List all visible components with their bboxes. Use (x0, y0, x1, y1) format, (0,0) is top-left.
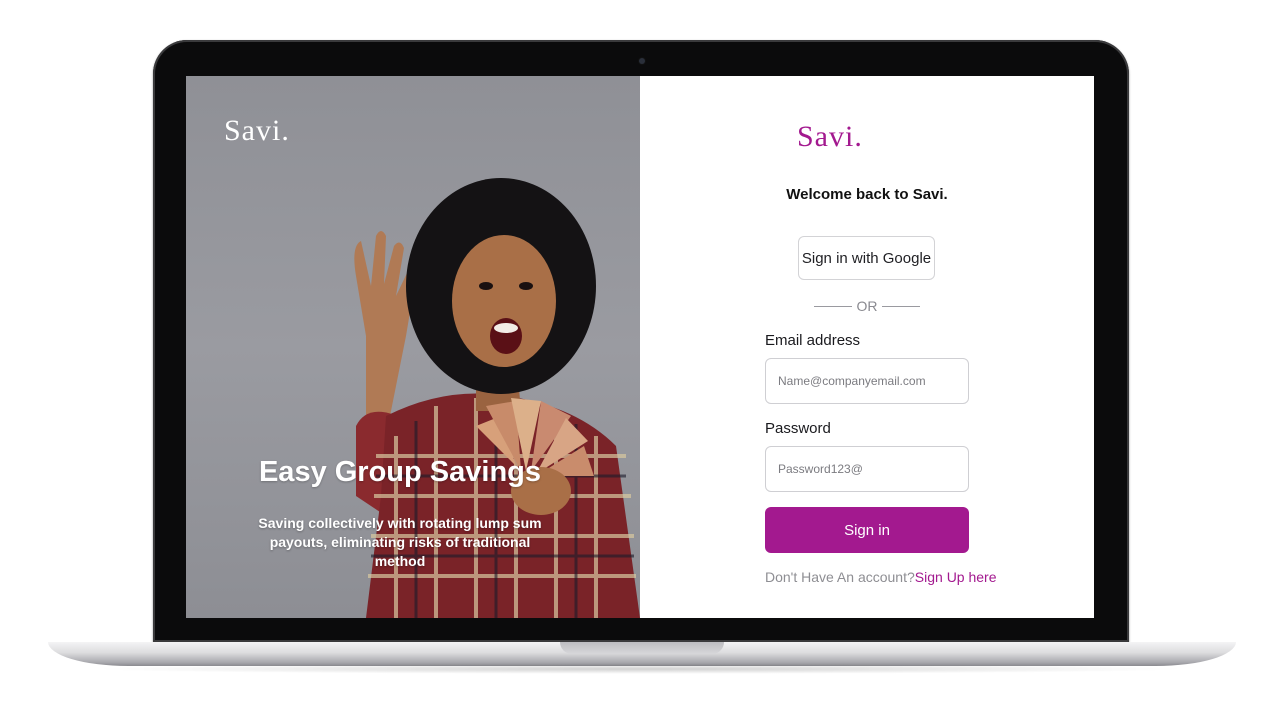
divider-line-right (882, 305, 920, 307)
email-field[interactable] (765, 358, 969, 404)
or-divider: OR (814, 297, 920, 315)
signup-row: Don't Have An account?Sign Up here (765, 569, 997, 585)
hero-panel: Savi. Easy Group Savings Saving collecti… (186, 76, 640, 618)
camera-icon (639, 58, 645, 64)
welcome-heading: Welcome back to Savi. (786, 186, 948, 203)
hero-logo: Savi. (224, 114, 290, 147)
brand-logo: Savi. (797, 120, 863, 153)
or-label: OR (856, 298, 878, 314)
laptop-base-notch (560, 642, 724, 654)
laptop-screen: Savi. Easy Group Savings Saving collecti… (186, 76, 1094, 618)
signup-prompt: Don't Have An account? (765, 569, 915, 585)
laptop-shadow (90, 664, 1190, 674)
password-field[interactable] (765, 446, 969, 492)
hero-title: Easy Group Savings (258, 456, 542, 488)
hero-subtitle: Saving collectively with rotating lump s… (258, 515, 542, 569)
signup-link[interactable]: Sign Up here (915, 569, 997, 585)
signin-panel: Savi. Welcome back to Savi. Sign in with… (640, 76, 1094, 618)
password-label: Password (765, 420, 831, 437)
google-signin-button[interactable]: Sign in with Google (798, 236, 935, 280)
email-label: Email address (765, 332, 861, 349)
divider-line-left (814, 305, 852, 307)
laptop-mockup: Savi. Easy Group Savings Saving collecti… (0, 0, 1280, 720)
signin-button[interactable]: Sign in (765, 507, 969, 553)
